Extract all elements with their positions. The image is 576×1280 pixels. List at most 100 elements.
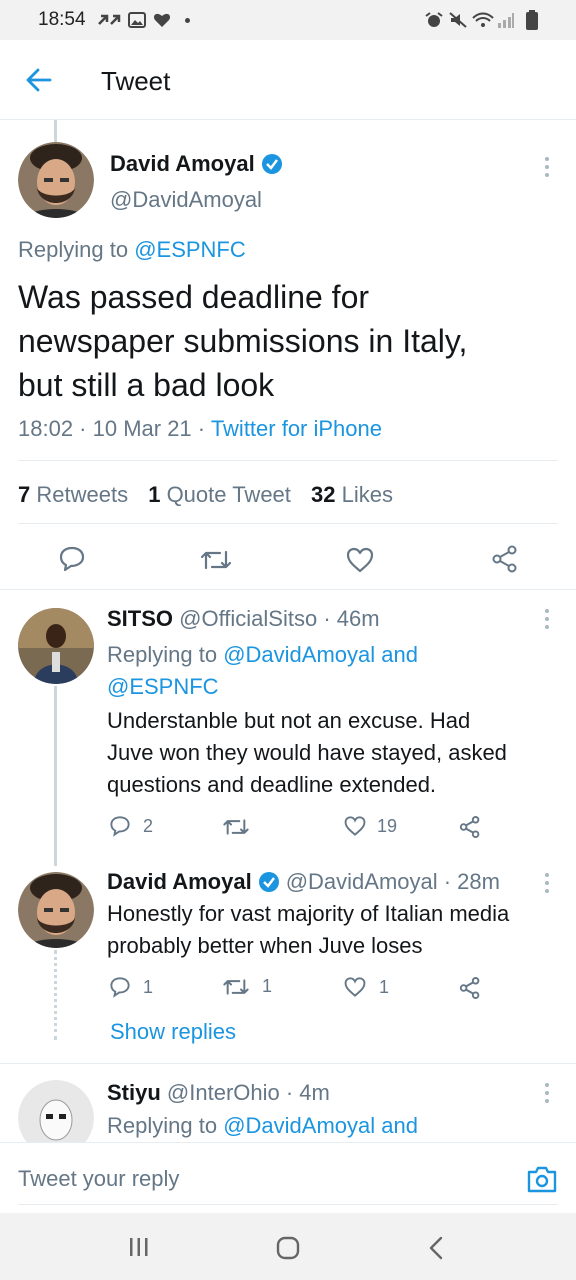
reply-handle-time[interactable]: @OfficialSitso · 46m	[173, 606, 379, 631]
share-icon[interactable]	[458, 976, 482, 1000]
retweet-icon[interactable]	[200, 548, 232, 572]
avatar[interactable]	[18, 872, 94, 948]
show-replies-link[interactable]: Show replies	[110, 1019, 236, 1045]
reply-author-name[interactable]: SITSO	[107, 606, 173, 631]
retweet-icon[interactable]	[222, 817, 250, 837]
mute-icon	[449, 12, 467, 28]
replying-to-link[interactable]: @DavidAmoyal and	[223, 642, 418, 667]
reply-tweet[interactable]: Stiyu @InterOhio · 4m Replying to @David…	[0, 1064, 576, 1142]
alarm-icon	[425, 12, 443, 27]
page-title: Tweet	[101, 66, 171, 96]
like-action[interactable]: 19	[343, 815, 397, 837]
reply-header: Stiyu @InterOhio · 4m	[107, 1080, 330, 1106]
share-icon[interactable]	[458, 815, 482, 839]
reply-icon[interactable]	[109, 976, 131, 998]
thread-line	[54, 686, 57, 866]
main-tweet: David Amoyal @DavidAmoyal Replying to @E…	[0, 120, 576, 590]
replying-prefix: Replying to	[107, 642, 224, 667]
like-action[interactable]: 1	[343, 976, 389, 998]
battery-icon	[526, 10, 538, 30]
retweets-count: 7	[18, 482, 31, 507]
reply-text-line: Understanble but not an excuse. Had	[107, 708, 471, 733]
reply-text-line: Honestly for vast majority of Italian me…	[107, 901, 510, 926]
avatar[interactable]	[18, 142, 94, 218]
share-icon[interactable]	[490, 544, 520, 574]
more-options-icon[interactable]	[543, 608, 551, 630]
tweet-source-link[interactable]: Twitter for iPhone	[211, 416, 382, 441]
camera-icon[interactable]	[526, 1164, 558, 1194]
reply-icon[interactable]	[58, 545, 86, 573]
reply-composer: Tweet your reply	[0, 1142, 576, 1214]
status-time: 18:54	[38, 9, 86, 30]
heart-status-icon	[153, 13, 171, 27]
like-count: 1	[379, 976, 390, 997]
likes-stat[interactable]: 32 Likes	[311, 482, 393, 507]
android-nav-bar	[0, 1213, 576, 1280]
author-row: David Amoyal	[110, 151, 283, 177]
divider	[18, 460, 558, 461]
tweet-text-line: Was passed deadline for	[18, 279, 370, 315]
missed-call-icon	[98, 14, 121, 25]
thread-line	[54, 950, 57, 1040]
engagement-stats: 7 Retweets 1 Quote Tweet 32 Likes	[18, 482, 393, 508]
replying-to: Replying to @DavidAmoyal and @ESPNFC	[107, 639, 418, 703]
reply-text-line: questions and deadline extended.	[107, 772, 437, 797]
reply-tweet[interactable]: SITSO @OfficialSitso · 46m Replying to @…	[0, 590, 576, 866]
reply-author-name[interactable]: Stiyu	[107, 1080, 161, 1105]
reply-text: Honestly for vast majority of Italian me…	[107, 898, 509, 962]
verified-badge-icon	[258, 872, 279, 892]
author-handle[interactable]: @DavidAmoyal	[110, 187, 262, 213]
more-options-icon[interactable]	[543, 156, 551, 178]
reply-input[interactable]: Tweet your reply	[18, 1166, 179, 1192]
home-icon[interactable]	[276, 1236, 300, 1260]
divider	[18, 1204, 558, 1205]
reply-handle-time[interactable]: @InterOhio · 4m	[161, 1080, 330, 1105]
reply-action[interactable]: 2	[109, 815, 153, 837]
like-count: 19	[377, 815, 398, 836]
author-name[interactable]: David Amoyal	[110, 151, 255, 177]
tweet-text-line: newspaper submissions in Italy,	[18, 323, 468, 359]
reply-header: David Amoyal @DavidAmoyal · 28m	[107, 869, 500, 895]
reply-tweet[interactable]: David Amoyal @DavidAmoyal · 28m Honestly…	[0, 866, 576, 1064]
reply-handle-time[interactable]: @DavidAmoyal · 28m	[286, 869, 500, 895]
replying-to-link[interactable]: @ESPNFC	[107, 671, 418, 703]
avatar[interactable]	[18, 608, 94, 684]
tweet-timestamp: 18:02 · 10 Mar 21 ·	[18, 416, 211, 441]
retweet-count: 1	[262, 976, 273, 996]
quotes-count: 1	[148, 482, 161, 507]
reply-icon[interactable]	[109, 815, 131, 837]
back-nav-icon[interactable]	[428, 1236, 444, 1260]
reply-count: 2	[143, 815, 154, 836]
reply-header: SITSO @OfficialSitso · 46m	[107, 606, 380, 632]
back-arrow-icon[interactable]	[26, 68, 52, 92]
reply-count: 1	[143, 976, 154, 997]
like-heart-icon[interactable]	[345, 546, 375, 574]
tweet-text-line: but still a bad look	[18, 367, 275, 403]
retweet-icon[interactable]	[222, 977, 250, 997]
like-heart-icon[interactable]	[343, 815, 367, 837]
avatar[interactable]	[18, 1080, 94, 1142]
notification-dot	[185, 18, 190, 23]
more-options-icon[interactable]	[543, 1082, 551, 1104]
reply-text-line: probably better when Juve loses	[107, 933, 423, 958]
replying-to-link[interactable]: @DavidAmoyal and	[223, 1113, 418, 1138]
more-options-icon[interactable]	[543, 872, 551, 894]
replying-prefix: Replying to	[18, 237, 135, 262]
recent-apps-icon[interactable]	[128, 1237, 150, 1257]
quotes-stat[interactable]: 1 Quote Tweet	[148, 482, 291, 507]
replying-to-link[interactable]: @ESPNFC	[134, 237, 246, 262]
retweets-stat[interactable]: 7 Retweets	[18, 482, 128, 507]
quotes-label: Quote Tweet	[160, 482, 291, 507]
retweet-action[interactable]: 1	[222, 976, 272, 997]
like-heart-icon[interactable]	[343, 976, 367, 998]
replying-prefix: Replying to	[107, 1113, 224, 1138]
verified-badge-icon	[261, 154, 282, 174]
replying-to: Replying to @ESPNFC	[18, 237, 246, 263]
tweet-meta: 18:02 · 10 Mar 21 · Twitter for iPhone	[18, 416, 382, 442]
divider	[18, 523, 558, 524]
tweet-text: Was passed deadline for newspaper submis…	[18, 275, 467, 407]
reply-action[interactable]: 1	[109, 976, 153, 998]
wifi-icon	[472, 12, 494, 27]
reply-author-name[interactable]: David Amoyal	[107, 869, 252, 895]
likes-label: Likes	[335, 482, 393, 507]
